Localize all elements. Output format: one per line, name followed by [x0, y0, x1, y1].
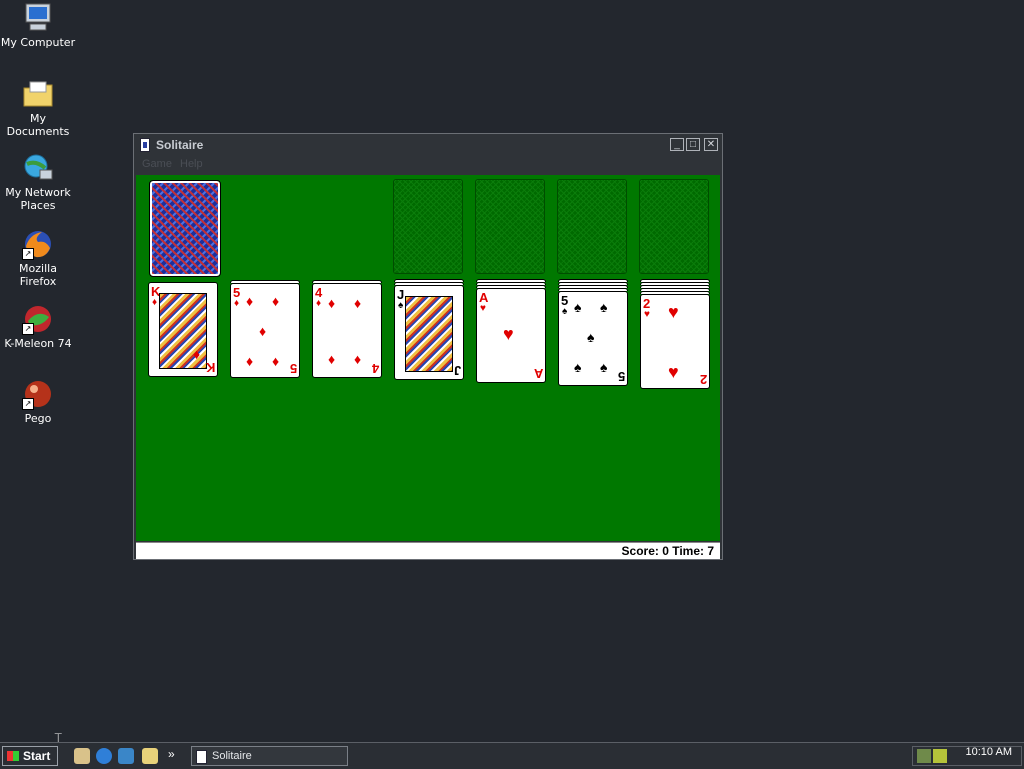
diamond-icon: ♦ — [246, 293, 254, 309]
taskbar: Start » Solitaire 10:10 AM — [0, 742, 1024, 769]
heart-icon: ♥ — [668, 362, 679, 382]
close-button[interactable]: ✕ — [704, 138, 718, 151]
desktop-icon-mozilla-firefox[interactable]: ↗ Mozilla Firefox — [0, 228, 76, 288]
tableau-card-5[interactable]: A ♥ ♥ A — [476, 288, 546, 383]
desktop-icon-my-documents[interactable]: My Documents — [0, 78, 76, 138]
firefox-icon: ↗ — [22, 228, 54, 260]
card-rank: 5 — [617, 369, 625, 384]
computer-icon — [22, 2, 54, 34]
menu-game[interactable]: Game — [142, 158, 172, 170]
desktop-icon-label: Mozilla Firefox — [19, 262, 57, 288]
desktop-icon-pego[interactable]: ↗ Pego — [0, 378, 76, 425]
spade-icon: ♠ — [574, 299, 582, 315]
foundation-slot-3[interactable] — [557, 179, 627, 274]
card-rank: 4 — [371, 361, 379, 376]
diamond-icon: ♦ — [354, 351, 362, 367]
foundation-slot-2[interactable] — [475, 179, 545, 274]
diamond-icon: ♦ — [272, 293, 280, 309]
heart-icon: ♥ — [644, 309, 650, 320]
window-titlebar[interactable]: Solitaire _ □ ✕ — [134, 134, 722, 156]
heart-icon: ♥ — [503, 324, 514, 344]
pego-icon: ↗ — [22, 378, 54, 410]
minimize-button[interactable]: _ — [670, 138, 684, 151]
foundation-slot-1[interactable] — [393, 179, 463, 274]
spade-icon: ♠ — [398, 300, 404, 311]
clock[interactable]: 10:10 AM — [966, 746, 1012, 758]
spade-icon: ♠ — [600, 299, 608, 315]
desktop-icon-my-network-places[interactable]: My Network Places — [0, 152, 76, 212]
card-rank: A — [533, 366, 543, 381]
kmeleon-icon: ↗ — [22, 303, 54, 335]
spade-icon: ♠ — [562, 306, 568, 317]
stock-pile[interactable] — [149, 180, 221, 277]
internet-explorer-icon[interactable] — [96, 748, 112, 764]
desktop-icon-my-computer[interactable]: My Computer — [0, 2, 76, 49]
score-time-status: Score: 0 Time: 7 — [621, 544, 714, 558]
menu-bar: Game Help — [134, 156, 722, 174]
desktop: My Computer My Documents My Network Plac… — [0, 0, 1024, 742]
network-tray-icon[interactable] — [917, 749, 931, 763]
show-desktop-icon[interactable] — [74, 748, 90, 764]
quick-launch-more-chevron[interactable]: » — [168, 747, 175, 761]
diamond-icon: ♦ — [193, 346, 201, 362]
folder-icon — [22, 78, 54, 110]
windows-flag-icon — [7, 751, 19, 761]
solitaire-app-icon — [140, 138, 150, 152]
desktop-icon-k-meleon[interactable]: ↗ K-Meleon 74 — [0, 303, 76, 350]
outlook-express-icon[interactable] — [118, 748, 134, 764]
diamond-icon: ♦ — [152, 297, 158, 308]
start-button[interactable]: Start — [2, 746, 58, 766]
jack-face-art — [405, 296, 453, 372]
start-label: Start — [23, 749, 51, 763]
tableau-card-1[interactable]: K ♦ ♦ K — [148, 282, 218, 377]
search-folder-icon[interactable] — [142, 748, 158, 764]
tableau-card-4[interactable]: J ♠ J — [394, 285, 464, 380]
shortcut-arrow-icon: ↗ — [22, 398, 34, 410]
heart-icon: ♥ — [480, 303, 486, 314]
network-icon — [22, 152, 54, 184]
diamond-icon: ♦ — [272, 353, 280, 369]
card-rank: 2 — [699, 372, 707, 387]
foundation-slot-4[interactable] — [639, 179, 709, 274]
desktop-icon-label: Pego — [24, 412, 52, 425]
maximize-button[interactable]: □ — [686, 138, 700, 151]
tableau-card-2[interactable]: 5 ♦ ♦ ♦ ♦ ♦ ♦ 5 — [230, 283, 300, 378]
desktop-icon-label: K-Meleon 74 — [4, 337, 72, 350]
card-rank: J — [453, 363, 461, 378]
diamond-icon: ♦ — [316, 298, 322, 309]
window-title: Solitaire — [156, 138, 204, 152]
diamond-icon: ♦ — [246, 353, 254, 369]
desktop-icon-label: My Computer — [0, 36, 76, 49]
tableau-card-6[interactable]: 5 ♠ ♠ ♠ ♠ ♠ ♠ 5 — [558, 291, 628, 386]
taskbar-button-label: Solitaire — [212, 750, 252, 762]
shortcut-arrow-icon: ↗ — [22, 323, 34, 335]
card-rank: K — [205, 360, 215, 375]
spade-icon: ♠ — [574, 359, 582, 375]
diamond-icon: ♦ — [259, 323, 267, 339]
status-bar: Score: 0 Time: 7 — [136, 542, 720, 559]
spade-icon: ♠ — [600, 359, 608, 375]
desktop-icon-label: My Documents — [6, 112, 70, 138]
tableau-card-3[interactable]: 4 ♦ ♦ ♦ ♦ ♦ 4 — [312, 283, 382, 378]
card-rank: 5 — [289, 361, 297, 376]
game-table[interactable]: K ♦ ♦ K 5 ♦ ♦ ♦ ♦ ♦ ♦ 5 4 ♦ ♦ ♦ ♦ ♦ 4 J … — [136, 175, 720, 541]
solitaire-window[interactable]: Solitaire _ □ ✕ Game Help K ♦ ♦ K 5 ♦ ♦ … — [133, 133, 723, 560]
desktop-icon-label: My Network Places — [5, 186, 71, 212]
heart-icon: ♥ — [668, 302, 679, 322]
diamond-icon: ♦ — [328, 295, 336, 311]
shortcut-arrow-icon: ↗ — [22, 248, 34, 260]
menu-help[interactable]: Help — [180, 158, 203, 170]
diamond-icon: ♦ — [354, 295, 362, 311]
diamond-icon: ♦ — [328, 351, 336, 367]
security-tray-icon[interactable] — [933, 749, 947, 763]
solitaire-app-icon — [196, 750, 207, 764]
taskbar-button-solitaire[interactable]: Solitaire — [191, 746, 348, 766]
spade-icon: ♠ — [587, 329, 595, 345]
diamond-icon: ♦ — [234, 298, 240, 309]
tableau-card-7[interactable]: 2 ♥ ♥ ♥ 2 — [640, 294, 710, 389]
